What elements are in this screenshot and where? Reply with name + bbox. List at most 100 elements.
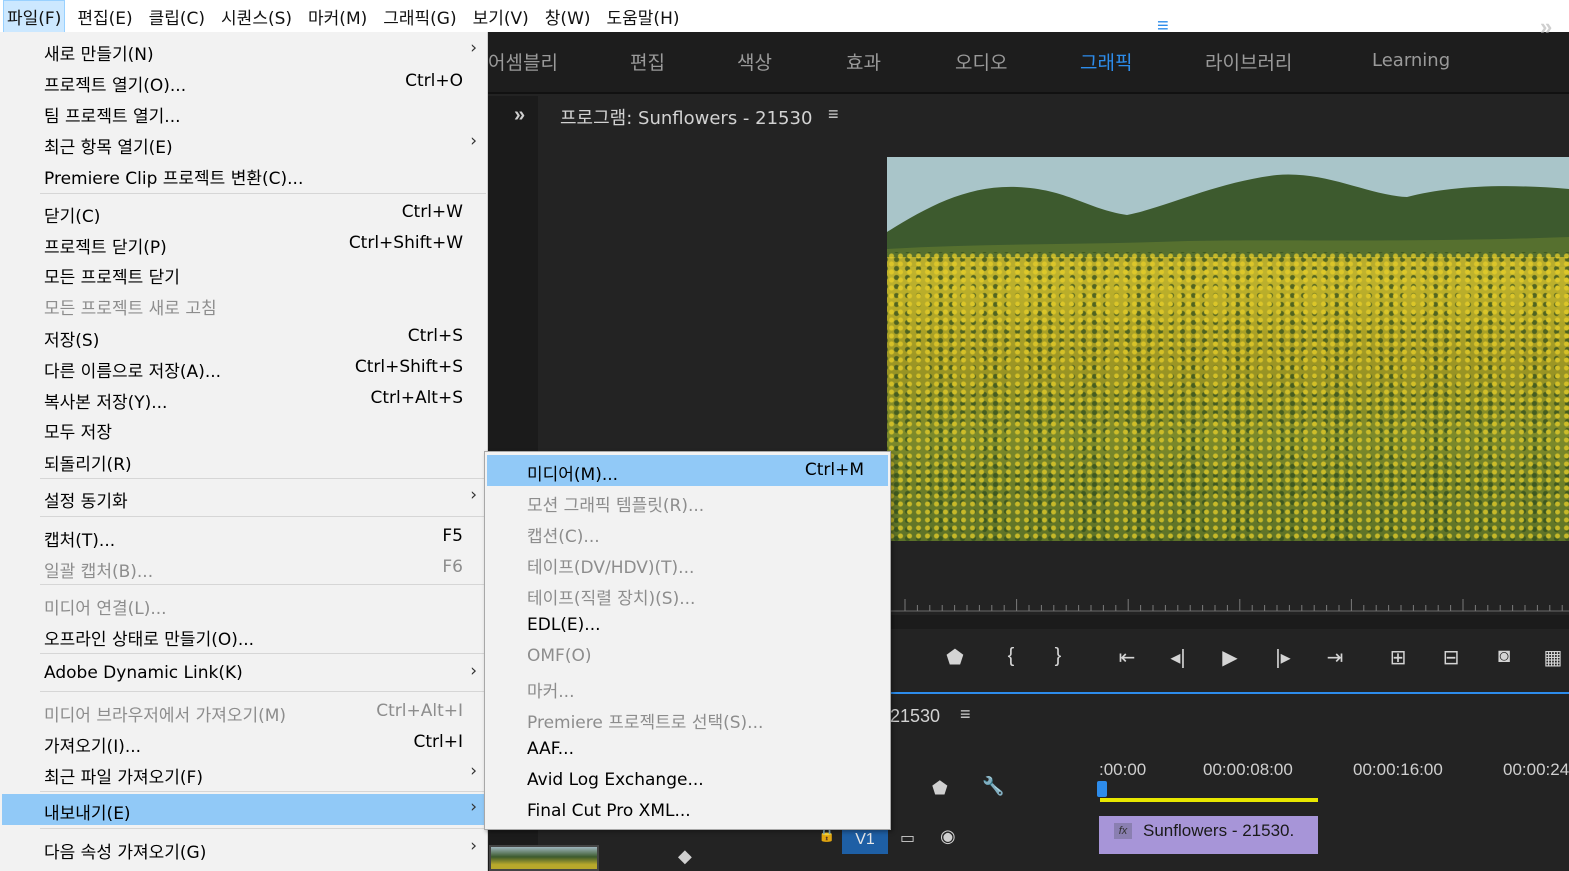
submenu-item-motion-graphics-template[interactable]: 모션 그래픽 템플릿(R)...	[487, 486, 888, 517]
menu-item-label: 모든 프로젝트 새로 고침	[44, 299, 217, 319]
tab-color[interactable]: 색상	[737, 48, 772, 75]
submenu-item-tape-dv-hdv[interactable]: 테이프(DV/HDV)(T)...	[487, 548, 888, 579]
track-v1-label[interactable]: V1	[842, 826, 888, 854]
menu-view[interactable]: 보기(V)	[470, 1, 532, 32]
wrench-icon[interactable]: 🔧	[982, 776, 1004, 797]
camera-icon[interactable]: ◙	[1489, 645, 1519, 668]
menu-clip[interactable]: 클립(C)	[146, 1, 208, 32]
menu-item-convert-premiere-clip[interactable]: Premiere Clip 프로젝트 변환(C)...	[2, 159, 485, 190]
menu-item-label: 오프라인 상태로 만들기(O)...	[44, 630, 255, 650]
tab-graphics[interactable]: 그래픽	[1080, 48, 1132, 75]
menu-item-import-from-media-browser[interactable]: 미디어 브라우저에서 가져오기(M) Ctrl+Alt+I	[2, 696, 485, 727]
razor-icon[interactable]: ◆	[678, 846, 692, 867]
compare-icon[interactable]: ▦	[1538, 645, 1568, 670]
menu-item-save-as[interactable]: 다른 이름으로 저장(A)... Ctrl+Shift+S	[2, 352, 485, 383]
mark-in-icon[interactable]: {	[996, 645, 1026, 668]
playhead[interactable]	[1097, 781, 1107, 797]
menu-item-close-project[interactable]: 프로젝트 닫기(P) Ctrl+Shift+W	[2, 228, 485, 259]
submenu-item-selection-as-premiere-project[interactable]: Premiere 프로젝트로 선택(S)...	[487, 703, 888, 734]
menu-item-save-all[interactable]: 모두 저장	[2, 413, 485, 444]
menu-item-shortcut: Ctrl+W	[401, 202, 463, 222]
menu-item-revert[interactable]: 되돌리기(R)	[2, 445, 485, 476]
menu-graphics[interactable]: 그래픽(G)	[380, 1, 459, 32]
menu-item-refresh-all-projects[interactable]: 모든 프로젝트 새로 고침	[2, 289, 485, 320]
menu-item-get-properties[interactable]: 다음 속성 가져오기(G) ›	[2, 833, 485, 864]
submenu-item-edl[interactable]: EDL(E)...	[487, 610, 888, 641]
menu-item-save-copy[interactable]: 복사본 저장(Y)... Ctrl+Alt+S	[2, 383, 485, 414]
menu-marker[interactable]: 마커(M)	[305, 1, 370, 32]
menu-item-close[interactable]: 닫기(C) Ctrl+W	[2, 197, 485, 228]
menu-item-open-project[interactable]: 프로젝트 열기(O)... Ctrl+O	[2, 66, 485, 97]
program-monitor-title: 프로그램: Sunflowers - 21530	[560, 108, 813, 129]
tab-effects[interactable]: 효과	[846, 48, 881, 75]
add-marker-icon[interactable]: ⬟	[940, 645, 970, 670]
sunflower-field	[887, 252, 1569, 541]
timecode-label: 00:00:08:00	[1203, 760, 1293, 779]
menu-item-close-all-projects[interactable]: 모든 프로젝트 닫기	[2, 258, 485, 289]
menu-item-new[interactable]: 새로 만들기(N) ›	[2, 35, 485, 66]
tab-editing[interactable]: 편집	[630, 48, 665, 75]
submenu-item-final-cut-pro-xml[interactable]: Final Cut Pro XML...	[487, 796, 888, 827]
menu-item-label: 되돌리기(R)	[44, 455, 132, 475]
menu-item-open-team-project[interactable]: 팀 프로젝트 열기...	[2, 97, 485, 128]
menu-item-shortcut: Ctrl+Shift+S	[354, 357, 463, 377]
submenu-item-aaf[interactable]: AAF...	[487, 734, 888, 765]
lift-icon[interactable]: ⊞	[1383, 645, 1413, 670]
sync-lock-icon[interactable]: ▭	[900, 828, 915, 848]
monitor-ruler	[887, 599, 1569, 612]
submenu-item-label: 마커...	[527, 682, 575, 702]
step-back-icon[interactable]: ◂|	[1163, 645, 1193, 670]
submenu-item-captions[interactable]: 캡션(C)...	[487, 517, 888, 548]
play-icon[interactable]: ▶	[1215, 645, 1245, 670]
menu-separator	[40, 828, 486, 829]
timeline-menu-icon[interactable]: ≡	[960, 704, 971, 725]
menu-item-import-recent[interactable]: 최근 파일 가져오기(F) ›	[2, 758, 485, 789]
go-to-out-icon[interactable]: ⇥	[1320, 645, 1350, 670]
menu-item-make-offline[interactable]: 오프라인 상태로 만들기(O)...	[2, 620, 485, 651]
panel-expand-icon[interactable]: »	[514, 104, 525, 127]
tab-assembly[interactable]: 어셈블리	[488, 48, 558, 75]
step-forward-icon[interactable]: |▸	[1268, 645, 1298, 670]
submenu-item-avid-log-exchange[interactable]: Avid Log Exchange...	[487, 765, 888, 796]
go-to-in-icon[interactable]: ⇤	[1112, 645, 1142, 670]
clip-thumbnail[interactable]	[489, 845, 599, 871]
submenu-item-media[interactable]: 미디어(M)... Ctrl+M	[487, 455, 888, 486]
panel-menu-icon[interactable]: ≡	[828, 104, 839, 125]
menu-window[interactable]: 창(W)	[542, 1, 594, 32]
tab-libraries[interactable]: 라이브러리	[1205, 48, 1292, 75]
menu-item-label: 저장(S)	[44, 331, 100, 351]
menu-item-shortcut: F6	[442, 557, 463, 577]
menu-separator	[40, 193, 486, 194]
menu-item-batch-capture[interactable]: 일괄 캡처(B)... F6	[2, 552, 485, 583]
submenu-item-tape-serial[interactable]: 테이프(직렬 장치)(S)...	[487, 579, 888, 610]
scroll-bar[interactable]	[887, 615, 1569, 629]
menu-item-link-media[interactable]: 미디어 연결(L)...	[2, 589, 485, 620]
work-area-bar[interactable]	[1100, 798, 1318, 802]
menu-item-save[interactable]: 저장(S) Ctrl+S	[2, 321, 485, 352]
submenu-item-omf[interactable]: OMF(O)	[487, 641, 888, 672]
menu-item-label: 설정 동기화	[44, 492, 128, 512]
menu-item-shortcut: F5	[442, 526, 463, 546]
double-chevron-right-icon[interactable]: »	[1540, 14, 1552, 40]
tab-audio[interactable]: 오디오	[955, 48, 1007, 75]
menu-sequence[interactable]: 시퀀스(S)	[218, 1, 295, 32]
menu-item-import[interactable]: 가져오기(I)... Ctrl+I	[2, 727, 485, 758]
menu-separator	[40, 516, 486, 517]
workspace-menu-icon[interactable]: ≡	[1157, 15, 1169, 38]
menu-file[interactable]: 파일(F)	[2, 0, 66, 33]
extract-icon[interactable]: ⊟	[1436, 645, 1466, 670]
submenu-item-markers[interactable]: 마커...	[487, 672, 888, 703]
menu-item-dynamic-link[interactable]: Adobe Dynamic Link(K) ›	[2, 658, 485, 689]
submenu-item-label: 캡션(C)...	[527, 527, 600, 547]
tab-learning[interactable]: Learning	[1372, 50, 1450, 71]
menu-item-export[interactable]: 내보내기(E) ›	[2, 794, 485, 825]
menu-item-capture[interactable]: 캡처(T)... F5	[2, 521, 485, 552]
mark-out-icon[interactable]: }	[1043, 645, 1073, 668]
marker-icon[interactable]: ⬟	[932, 778, 948, 799]
menu-item-sync-settings[interactable]: 설정 동기화 ›	[2, 482, 485, 513]
menu-item-open-recent[interactable]: 최근 항목 열기(E) ›	[2, 128, 485, 159]
file-menu-dropdown: 새로 만들기(N) › 프로젝트 열기(O)... Ctrl+O 팀 프로젝트 열기…	[0, 32, 488, 871]
menu-edit[interactable]: 편집(E)	[74, 1, 135, 32]
eye-icon[interactable]: ◉	[940, 826, 956, 847]
menu-help[interactable]: 도움말(H)	[604, 1, 683, 32]
